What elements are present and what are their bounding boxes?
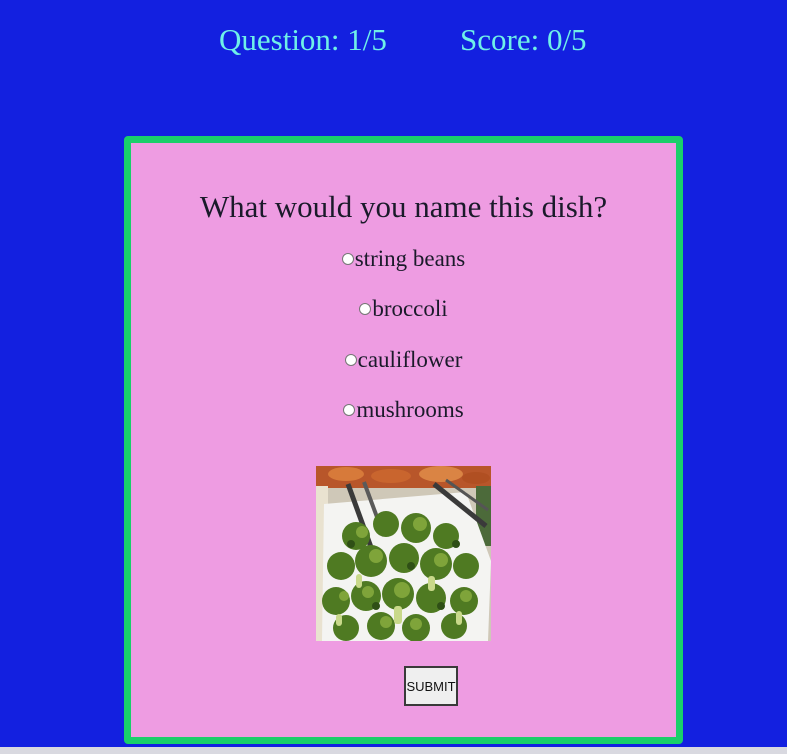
question-counter: Question: 1/5	[219, 22, 387, 57]
option-broccoli[interactable]: broccoli	[131, 294, 676, 324]
option-cauliflower[interactable]: cauliflower	[131, 345, 676, 375]
option-string-beans[interactable]: string beans	[131, 244, 676, 274]
option-label: string beans	[354, 246, 466, 271]
submit-button[interactable]: SUBMIT	[404, 666, 458, 706]
option-label: broccoli	[372, 296, 448, 321]
radio-button[interactable]	[343, 403, 356, 416]
question-text: What would you name this dish?	[199, 189, 608, 224]
status-bar: Question: 1/5 Score: 0/5	[0, 20, 787, 60]
radio-button[interactable]	[359, 302, 372, 315]
dish-image	[316, 466, 491, 641]
radio-button[interactable]	[344, 353, 357, 366]
score-counter: Score: 0/5	[460, 22, 587, 57]
horizontal-scrollbar[interactable]	[0, 747, 787, 754]
broccoli-dish-photo	[316, 466, 491, 641]
radio-button[interactable]	[341, 252, 354, 265]
option-mushrooms[interactable]: mushrooms	[131, 395, 676, 425]
quiz-card: What would you name this dish? string be…	[124, 136, 683, 744]
option-label: cauliflower	[357, 347, 463, 372]
option-label: mushrooms	[356, 397, 464, 422]
